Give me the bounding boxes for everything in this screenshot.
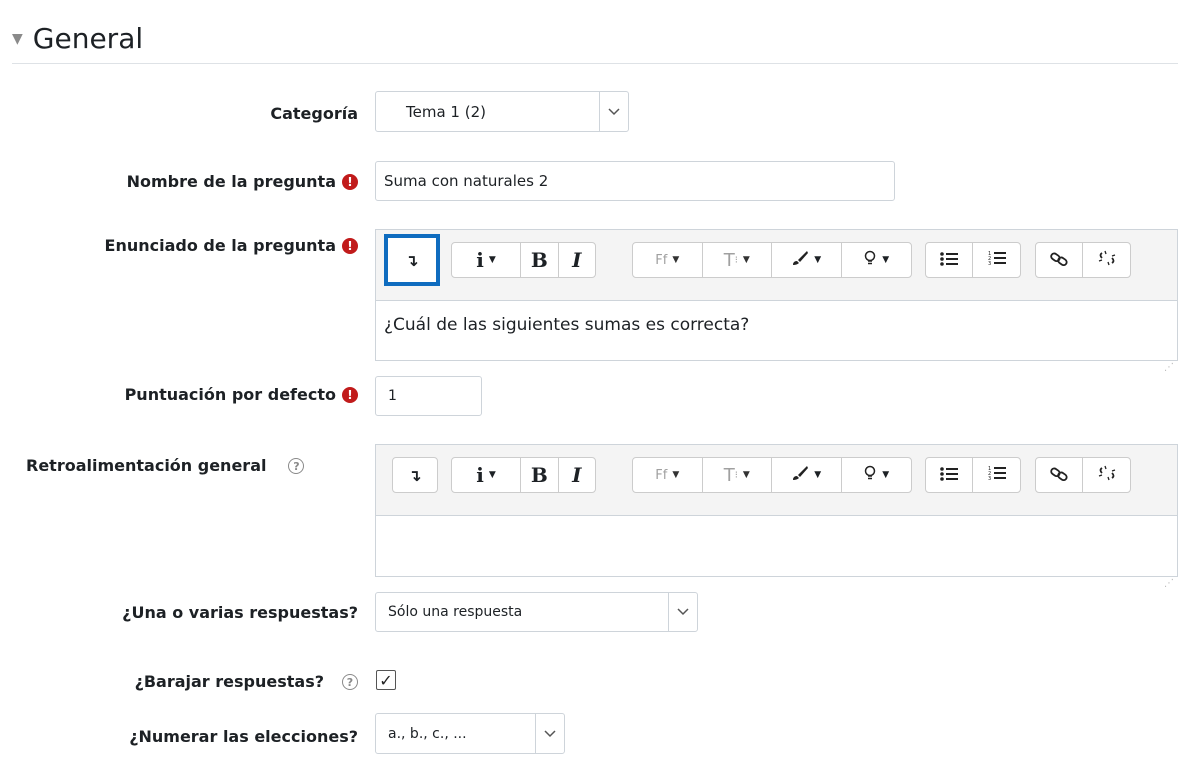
barajar-checkbox[interactable]: ✓	[376, 670, 396, 690]
unordered-list-button[interactable]	[926, 458, 974, 492]
chevron-down-icon	[599, 92, 628, 131]
lightbulb-button[interactable]: ▼	[842, 458, 912, 492]
categoria-label: Categoría	[270, 104, 358, 123]
ordered-list-button[interactable]: 123	[973, 458, 1020, 492]
section-header[interactable]: ▼ General	[12, 18, 143, 58]
unordered-list-icon	[940, 251, 958, 270]
unlink-button[interactable]	[1083, 458, 1130, 492]
font-icon: Ff	[655, 467, 668, 483]
puntuacion-value: 1	[388, 388, 397, 404]
info-button[interactable]: i ▼	[452, 243, 522, 277]
check-icon: ✓	[379, 670, 393, 690]
bold-icon: B	[530, 463, 548, 487]
puntuacion-label: Puntuación por defecto !	[125, 385, 358, 404]
svg-text:3: 3	[988, 261, 991, 266]
nombre-input[interactable]: Suma con naturales 2	[375, 161, 895, 201]
expand-icon: ↴	[405, 250, 419, 270]
expand-icon: ↴	[408, 465, 422, 485]
font-family-button[interactable]: Ff ▼	[633, 243, 703, 277]
link-icon	[1050, 251, 1068, 270]
numerar-select[interactable]: a., b., c., ...	[375, 713, 565, 754]
brush-icon	[791, 250, 809, 270]
enunciado-editor[interactable]: ↴ i ▼ B I Ff ▼ T ⁝ ▼ ▼ ▼ 123 ¿Cuál de la…	[375, 229, 1178, 373]
enunciado-text: ¿Cuál de las siguientes sumas es correct…	[384, 315, 750, 335]
lightbulb-icon	[863, 465, 877, 485]
unlink-icon	[1098, 250, 1116, 270]
numerar-label: ¿Numerar las elecciones?	[129, 727, 358, 746]
link-button[interactable]	[1036, 243, 1084, 277]
retro-label: Retroalimentación general ?	[26, 456, 305, 475]
unlink-icon	[1098, 465, 1116, 485]
expand-toolbar-button[interactable]: ↴	[393, 458, 437, 492]
retro-editor[interactable]: ↴ i ▼ B I Ff ▼ T ⁝ ▼ ▼ ▼ 123 ⋰	[375, 444, 1178, 589]
bold-button[interactable]: B	[521, 243, 559, 277]
resize-handle[interactable]: ⋰	[1164, 362, 1174, 373]
retro-label-text: Retroalimentación general	[26, 456, 267, 475]
brush-button[interactable]: ▼	[772, 458, 842, 492]
editor-content[interactable]: ¿Cuál de las siguientes sumas es correct…	[376, 301, 1177, 375]
caret-down-icon[interactable]: ▼	[12, 31, 23, 47]
bold-button[interactable]: B	[521, 458, 559, 492]
resize-handle[interactable]: ⋰	[1164, 578, 1174, 589]
ordered-list-icon: 123	[988, 465, 1006, 485]
puntuacion-label-text: Puntuación por defecto	[124, 385, 336, 404]
brush-icon	[791, 465, 809, 485]
barajar-label: ¿Barajar respuestas? ?	[135, 672, 358, 691]
brush-button[interactable]: ▼	[772, 243, 842, 277]
link-icon	[1050, 466, 1068, 485]
section-divider	[12, 63, 1178, 64]
enunciado-label-text: Enunciado de la pregunta	[104, 236, 336, 255]
font-family-button[interactable]: Ff ▼	[633, 458, 703, 492]
una-varias-label-text: ¿Una o varias respuestas?	[122, 603, 358, 622]
section-title: General	[32, 21, 144, 55]
una-varias-label: ¿Una o varias respuestas?	[122, 603, 358, 622]
bold-icon: B	[530, 248, 548, 272]
svg-text:3: 3	[988, 476, 991, 481]
una-varias-select[interactable]: Sólo una respuesta	[375, 592, 698, 632]
editor-toolbar: ↴ i ▼ B I Ff ▼ T ⁝ ▼ ▼ ▼ 123	[376, 230, 1177, 301]
editor-content[interactable]: ⋰	[376, 516, 1177, 591]
ordered-list-icon: 123	[988, 250, 1006, 270]
required-icon: !	[342, 173, 358, 190]
italic-button[interactable]: I	[559, 243, 595, 277]
barajar-label-text: ¿Barajar respuestas?	[134, 672, 324, 691]
numerar-label-text: ¿Numerar las elecciones?	[129, 727, 358, 746]
help-icon[interactable]: ?	[288, 457, 305, 474]
lightbulb-button[interactable]: ▼	[842, 243, 912, 277]
info-icon: i	[476, 463, 484, 487]
expand-toolbar-button[interactable]: ↴	[384, 234, 440, 286]
italic-button[interactable]: I	[559, 458, 595, 492]
ordered-list-button[interactable]: 123	[973, 243, 1020, 277]
font-size-button[interactable]: T ⁝ ▼	[703, 243, 772, 277]
unlink-button[interactable]	[1083, 243, 1130, 277]
font-size-icon: T	[723, 464, 735, 486]
unordered-list-button[interactable]	[926, 243, 974, 277]
categoria-select[interactable]: Tema 1 (2)	[375, 91, 629, 132]
font-size-button[interactable]: T ⁝ ▼	[703, 458, 772, 492]
editor-toolbar: ↴ i ▼ B I Ff ▼ T ⁝ ▼ ▼ ▼ 123	[376, 445, 1177, 516]
link-button[interactable]	[1036, 458, 1084, 492]
required-icon: !	[342, 237, 358, 254]
info-icon: i	[476, 248, 484, 272]
font-icon: Ff	[655, 252, 668, 268]
italic-icon: I	[572, 463, 582, 487]
puntuacion-input[interactable]: 1	[375, 376, 482, 416]
numerar-value: a., b., c., ...	[388, 725, 467, 742]
categoria-label-text: Categoría	[270, 104, 358, 123]
italic-icon: I	[572, 248, 582, 272]
una-varias-value: Sólo una respuesta	[388, 604, 523, 620]
required-icon: !	[342, 386, 358, 403]
chevron-down-icon	[535, 714, 564, 753]
chevron-down-icon	[668, 593, 697, 631]
help-icon[interactable]: ?	[342, 673, 358, 690]
nombre-value: Suma con naturales 2	[384, 172, 549, 190]
nombre-label-text: Nombre de la pregunta	[126, 172, 336, 191]
font-size-icon: T	[723, 249, 735, 271]
lightbulb-icon	[863, 250, 877, 270]
enunciado-label: Enunciado de la pregunta !	[105, 236, 358, 255]
nombre-label: Nombre de la pregunta !	[127, 172, 358, 191]
categoria-value: Tema 1 (2)	[406, 102, 486, 121]
info-button[interactable]: i ▼	[452, 458, 522, 492]
unordered-list-icon	[940, 466, 958, 485]
